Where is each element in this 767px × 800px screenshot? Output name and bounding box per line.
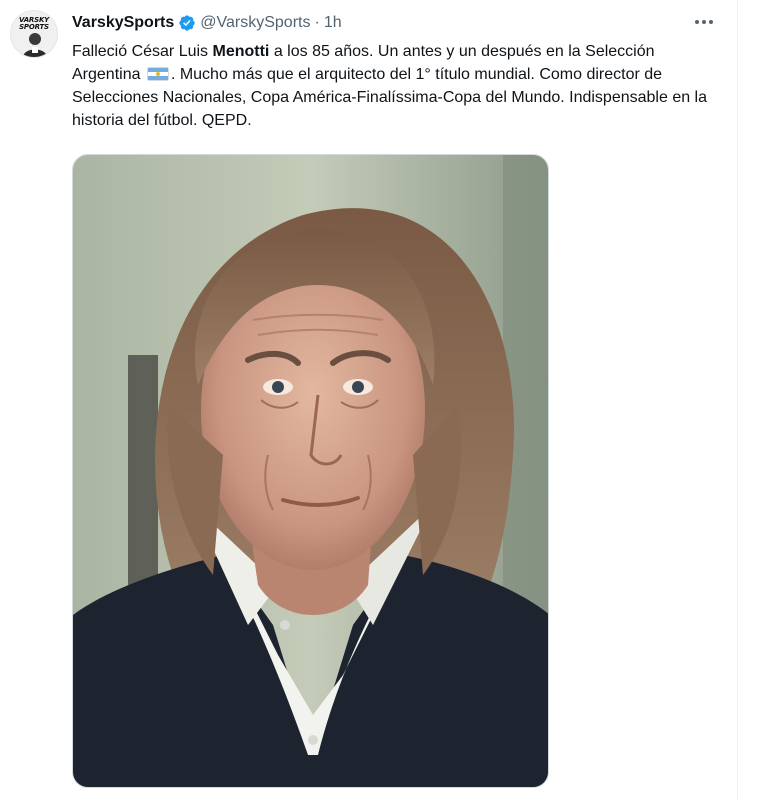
avatar[interactable]: VARSKY SPORTS (10, 10, 58, 58)
argentina-flag-icon (146, 67, 169, 81)
tweet-photo[interactable] (72, 154, 549, 788)
avatar-logo: VARSKY SPORTS (18, 16, 50, 31)
more-options-icon[interactable] (690, 12, 718, 32)
portrait-image (73, 155, 548, 787)
user-handle[interactable]: @VarskySports (200, 14, 310, 32)
separator-dot: · (314, 14, 320, 31)
tweet-card[interactable]: VARSKY SPORTS VarskySports @VarskySports… (0, 0, 738, 800)
tweet-timestamp[interactable]: 1h (324, 14, 342, 32)
avatar-person-icon (23, 33, 47, 57)
tweet-text-bold: Menotti (212, 43, 270, 60)
verified-badge-icon (178, 14, 196, 32)
tweet-text-part1: Falleció César Luis (72, 43, 213, 60)
display-name[interactable]: VarskySports (72, 14, 174, 32)
tweet-text: Falleció César Luis Menotti a los 85 año… (72, 40, 722, 132)
tweet-header: VarskySports @VarskySports · 1h (72, 12, 342, 34)
